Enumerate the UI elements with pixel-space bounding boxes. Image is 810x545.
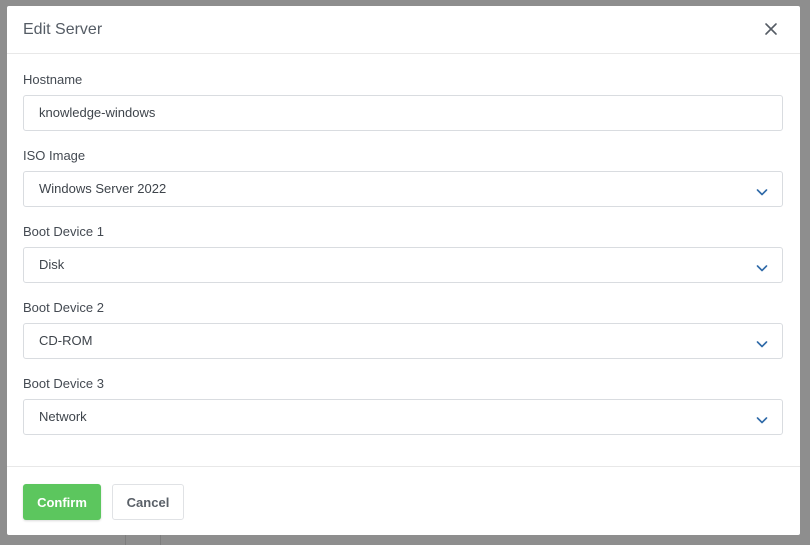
dialog-footer: Confirm Cancel	[7, 466, 800, 535]
iso-image-label: ISO Image	[23, 148, 86, 163]
boot-device-2-label: Boot Device 2	[23, 300, 104, 315]
boot-device-2-select[interactable]: CD-ROM	[23, 323, 783, 359]
chevron-down-icon	[756, 184, 768, 196]
boot-device-3-value: Network	[39, 409, 87, 424]
close-icon[interactable]	[764, 22, 778, 36]
chevron-down-icon	[756, 260, 768, 272]
backdrop-divider	[125, 535, 126, 545]
hostname-input[interactable]: knowledge-windows	[23, 95, 783, 131]
hostname-label: Hostname	[23, 72, 83, 87]
edit-server-dialog: Edit Server Hostname knowledge-windows I…	[7, 6, 800, 535]
iso-image-value: Windows Server 2022	[39, 181, 167, 196]
cancel-button[interactable]: Cancel	[112, 484, 184, 520]
chevron-down-icon	[756, 412, 768, 424]
hostname-value: knowledge-windows	[39, 105, 156, 120]
backdrop-divider	[160, 535, 161, 545]
boot-device-1-value: Disk	[39, 257, 65, 272]
boot-device-3-select[interactable]: Network	[23, 399, 783, 435]
dialog-title: Edit Server	[23, 21, 103, 38]
iso-image-select[interactable]: Windows Server 2022	[23, 171, 783, 207]
chevron-down-icon	[756, 336, 768, 348]
confirm-button[interactable]: Confirm	[23, 484, 101, 520]
boot-device-2-value: CD-ROM	[39, 333, 93, 348]
boot-device-1-label: Boot Device 1	[23, 224, 104, 239]
boot-device-3-label: Boot Device 3	[23, 376, 104, 391]
dialog-header: Edit Server	[7, 6, 800, 54]
boot-device-1-select[interactable]: Disk	[23, 247, 783, 283]
